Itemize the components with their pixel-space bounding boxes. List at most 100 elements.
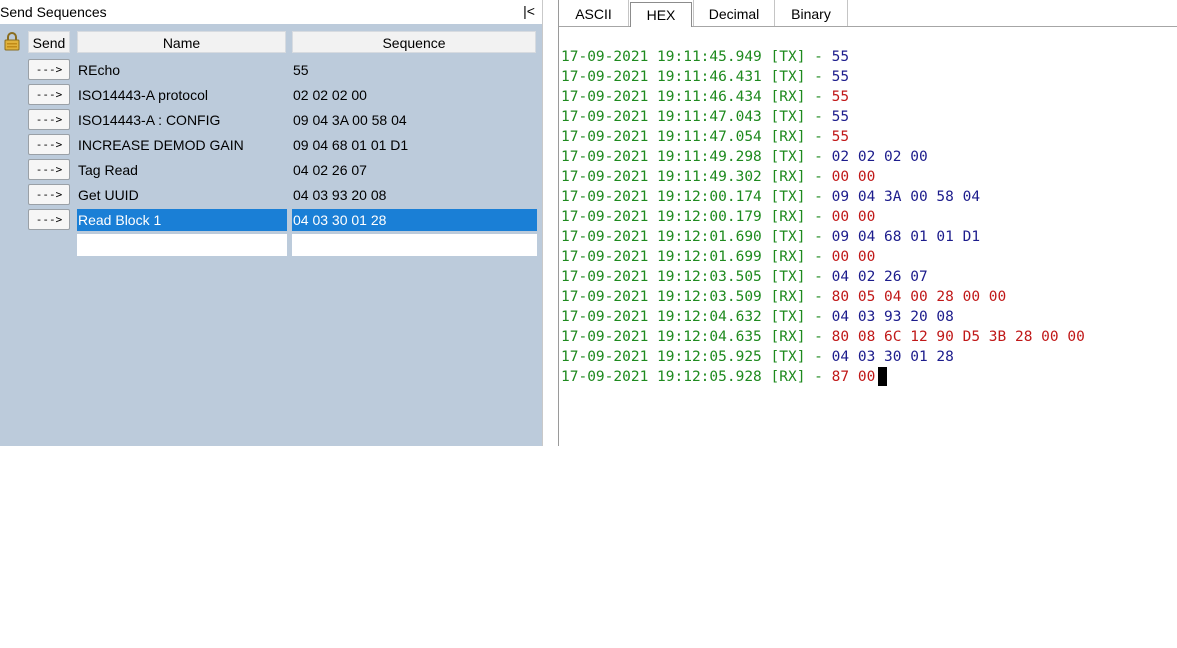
log-data: 09 04 3A 00 58 04 [831, 189, 981, 205]
send-button[interactable]: ---> [28, 184, 70, 205]
log-separator: - [805, 69, 832, 85]
sequence-value-cell[interactable]: 55 [292, 59, 537, 81]
log-line: 17-09-2021 19:11:47.043 [TX] - 55 [561, 107, 1085, 127]
log-line: 17-09-2021 19:11:47.054 [RX] - 55 [561, 127, 1085, 147]
panel-title: Send Sequences [0, 0, 542, 24]
log-data: 04 03 30 01 28 [831, 349, 954, 365]
log-timestamp: 17-09-2021 19:11:46.431 [561, 69, 762, 85]
log-direction: [TX] [770, 269, 806, 285]
send-button[interactable]: ---> [28, 84, 70, 105]
sequence-name-cell[interactable]: Get UUID [77, 184, 287, 206]
log-direction: [TX] [770, 69, 806, 85]
log-timestamp: 17-09-2021 19:12:04.632 [561, 309, 762, 325]
sequence-value-cell[interactable]: 04 03 30 01 28 [292, 209, 537, 231]
log-separator: - [805, 349, 832, 365]
column-header-sequence[interactable]: Sequence [292, 31, 536, 53]
log-data: 02 02 02 00 [831, 149, 928, 165]
log-separator: - [805, 89, 832, 105]
send-button[interactable]: ---> [28, 59, 70, 80]
tab-binary[interactable]: Binary [775, 0, 848, 26]
log-data: 55 [831, 129, 850, 145]
log-separator: - [805, 229, 832, 245]
collapse-panel-button[interactable]: |< [520, 2, 538, 22]
log-line: 17-09-2021 19:12:01.699 [RX] - 00 00 [561, 247, 1085, 267]
log-separator: - [805, 129, 832, 145]
log-direction: [TX] [770, 189, 806, 205]
log-data: 55 [831, 109, 850, 125]
sequence-value-cell[interactable]: 09 04 68 01 01 D1 [292, 134, 537, 156]
send-button[interactable]: ---> [28, 134, 70, 155]
new-name-input[interactable] [77, 234, 287, 256]
sequence-name-cell[interactable]: ISO14443-A : CONFIG [77, 109, 287, 131]
sequence-name-cell[interactable]: INCREASE DEMOD GAIN [77, 134, 287, 156]
panel-splitter[interactable] [542, 0, 559, 446]
log-separator: - [805, 309, 832, 325]
sequence-value-cell[interactable]: 04 03 93 20 08 [292, 184, 537, 206]
log-direction: [RX] [770, 89, 806, 105]
log-direction: [TX] [770, 309, 806, 325]
sequence-name-cell[interactable]: Tag Read [77, 159, 287, 181]
log-data: 55 [831, 69, 850, 85]
log-separator: - [805, 369, 832, 385]
log-direction: [RX] [770, 329, 806, 345]
log-separator: - [805, 329, 832, 345]
log-line: 17-09-2021 19:11:49.302 [RX] - 00 00 [561, 167, 1085, 187]
column-header-name[interactable]: Name [77, 31, 286, 53]
log-timestamp: 17-09-2021 19:11:49.302 [561, 169, 762, 185]
log-timestamp: 17-09-2021 19:11:49.298 [561, 149, 762, 165]
log-timestamp: 17-09-2021 19:12:01.690 [561, 229, 762, 245]
send-button[interactable]: ---> [28, 209, 70, 230]
log-separator: - [805, 249, 832, 265]
terminal-log[interactable]: 17-09-2021 19:11:45.949 [TX] - 55 17-09-2… [561, 47, 1085, 387]
log-line: 17-09-2021 19:12:05.928 [RX] - 87 00 [561, 367, 1085, 387]
log-separator: - [805, 289, 832, 305]
log-data: 04 03 93 20 08 [831, 309, 954, 325]
new-sequence-input[interactable] [292, 234, 537, 256]
sequence-name-cell[interactable]: REcho [77, 59, 287, 81]
log-line: 17-09-2021 19:12:00.179 [RX] - 00 00 [561, 207, 1085, 227]
log-separator: - [805, 269, 832, 285]
sequence-name-cell[interactable]: ISO14443-A protocol [77, 84, 287, 106]
log-direction: [TX] [770, 149, 806, 165]
log-separator: - [805, 109, 832, 125]
sequence-value-cell[interactable]: 04 02 26 07 [292, 159, 537, 181]
log-direction: [TX] [770, 49, 806, 65]
log-direction: [RX] [770, 369, 806, 385]
log-direction: [RX] [770, 209, 806, 225]
log-line: 17-09-2021 19:12:04.632 [TX] - 04 03 93 … [561, 307, 1085, 327]
log-separator: - [805, 189, 832, 205]
sequence-value-cell[interactable]: 02 02 02 00 [292, 84, 537, 106]
log-timestamp: 17-09-2021 19:11:47.054 [561, 129, 762, 145]
log-timestamp: 17-09-2021 19:12:01.699 [561, 249, 762, 265]
log-data: 09 04 68 01 01 D1 [831, 229, 981, 245]
log-direction: [RX] [770, 169, 806, 185]
log-line: 17-09-2021 19:11:45.949 [TX] - 55 [561, 47, 1085, 67]
log-direction: [RX] [770, 249, 806, 265]
log-line: 17-09-2021 19:12:04.635 [RX] - 80 08 6C … [561, 327, 1085, 347]
log-line: 17-09-2021 19:11:46.434 [RX] - 55 [561, 87, 1085, 107]
log-direction: [TX] [770, 229, 806, 245]
send-button[interactable]: ---> [28, 159, 70, 180]
log-timestamp: 17-09-2021 19:12:00.174 [561, 189, 762, 205]
log-data: 87 00 [831, 369, 876, 385]
tab-hex[interactable]: HEX [630, 2, 692, 27]
log-direction: [RX] [770, 129, 806, 145]
log-timestamp: 17-09-2021 19:12:04.635 [561, 329, 762, 345]
log-data: 80 05 04 00 28 00 00 [831, 289, 1007, 305]
sequence-value-cell[interactable]: 09 04 3A 00 58 04 [292, 109, 537, 131]
log-line: 17-09-2021 19:12:03.509 [RX] - 80 05 04 … [561, 287, 1085, 307]
send-button[interactable]: ---> [28, 109, 70, 130]
log-line: 17-09-2021 19:12:00.174 [TX] - 09 04 3A … [561, 187, 1085, 207]
log-timestamp: 17-09-2021 19:12:05.925 [561, 349, 762, 365]
log-direction: [RX] [770, 289, 806, 305]
text-cursor [878, 367, 888, 386]
sequence-name-cell[interactable]: Read Block 1 [77, 209, 287, 231]
tab-decimal[interactable]: Decimal [693, 0, 775, 26]
tab-ascii[interactable]: ASCII [559, 0, 629, 26]
log-data: 00 00 [831, 169, 876, 185]
log-timestamp: 17-09-2021 19:11:46.434 [561, 89, 762, 105]
log-data: 00 00 [831, 209, 876, 225]
log-timestamp: 17-09-2021 19:12:03.509 [561, 289, 762, 305]
column-header-send[interactable]: Send [28, 31, 70, 53]
log-data: 00 00 [831, 249, 876, 265]
